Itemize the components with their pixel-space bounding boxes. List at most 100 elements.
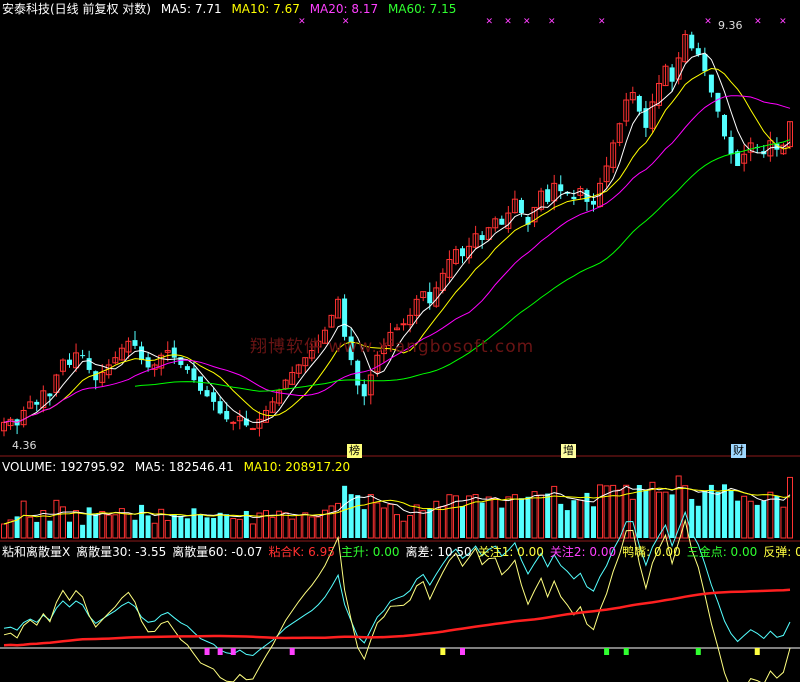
ma5-line (3, 52, 791, 423)
candle-body (198, 376, 203, 391)
volume-bar (702, 490, 708, 538)
volume-bar (754, 504, 760, 538)
candle-body (171, 347, 177, 358)
volume-bar (774, 495, 780, 538)
indicator-item: 离散量60: -0.07 (172, 545, 263, 559)
indicator-item: 关注1: 0.00 (477, 545, 544, 559)
volume-bar (485, 496, 492, 539)
volume-bar (184, 518, 190, 538)
volume-bar (73, 510, 80, 539)
signal-cross-icon: ✕ (779, 17, 787, 27)
candle-body (427, 291, 433, 304)
volume-bar (525, 496, 531, 538)
signal-bar (217, 648, 223, 655)
volume-bar (492, 498, 499, 539)
volume-bar (695, 505, 701, 538)
ma20-line (3, 95, 791, 423)
signal-bar (604, 648, 610, 655)
indicator-name: 粘和离散量X (2, 545, 71, 559)
volume-bar (433, 500, 440, 539)
signal-cross-icon: ✕ (504, 17, 512, 27)
volume-bar (328, 505, 335, 539)
volume-bar (610, 484, 617, 539)
price-header: 安泰科技(日线 前复权 对数) MA5: 7.71 MA10: 7.67 MA2… (2, 2, 462, 16)
volume-bar (112, 514, 119, 539)
stock-title: 安泰科技(日线 前复权 对数) (2, 2, 151, 16)
volume-bar (558, 503, 564, 538)
volume-bar (151, 522, 158, 539)
volume-bar (728, 490, 734, 538)
indicator-item: 主升: 0.00 (340, 545, 400, 559)
volume-bar (499, 507, 505, 538)
volume-bar (479, 502, 485, 538)
volume-bar (132, 519, 138, 538)
candle-body (34, 401, 40, 405)
volume-bar (380, 507, 387, 539)
indicator-item: 反弹: 0.00 (763, 545, 800, 559)
candle-body (211, 392, 217, 402)
candle-body (230, 421, 237, 424)
candle-body (80, 355, 86, 357)
volume-bar (282, 512, 289, 539)
candle-body (545, 189, 551, 202)
volume-bar (145, 515, 151, 538)
volume-bar (741, 495, 748, 539)
candle-body (689, 34, 695, 49)
candle-body (571, 196, 577, 200)
volume-ma5-label: MA5: 182546.41 (134, 460, 234, 474)
volume-bar (178, 515, 184, 538)
volume-bar (27, 516, 34, 539)
volume-bar (40, 510, 47, 539)
volume-bar (511, 494, 518, 539)
volume-bar (53, 499, 60, 539)
signal-cross-icon: ✕ (598, 17, 606, 27)
volume-bar (460, 506, 465, 538)
volume-bar (505, 496, 512, 539)
candle-body (67, 359, 72, 365)
volume-bar (34, 521, 40, 538)
volume-bar (531, 491, 538, 539)
candle-body (722, 114, 727, 137)
indicator-header: 粘和离散量X 离散量30: -3.55 离散量60: -0.07 粘合K: 6.95… (2, 545, 800, 559)
candle-body (86, 358, 92, 370)
indicator-item: 关注2: 0.00 (549, 545, 617, 559)
candle-body (695, 48, 701, 55)
volume-bar (308, 516, 315, 539)
candle-body (636, 95, 642, 112)
volume-bar (577, 499, 584, 539)
candle-body (558, 184, 564, 192)
marker-bang: 榜 (347, 444, 362, 458)
ma10-line (3, 67, 791, 423)
volume-bar (171, 514, 177, 538)
volume-bar (315, 516, 322, 539)
volume-bar (59, 506, 66, 539)
candle-body (249, 428, 256, 431)
volume-bar (249, 523, 256, 539)
volume-bar (538, 494, 545, 539)
volume-bar (518, 498, 524, 538)
candle-body (591, 200, 596, 205)
volume-bar (67, 521, 72, 538)
candle-body (93, 371, 99, 381)
volume-bar (715, 491, 721, 538)
signal-bar (695, 648, 701, 655)
ma5-label: MA5: 7.71 (160, 2, 222, 16)
volume-label: VOLUME: 192795.92 (2, 460, 125, 474)
low-price-label: 4.36 (12, 439, 37, 452)
candle-body (47, 393, 53, 397)
signal-bar (440, 648, 446, 655)
volume-bar (787, 476, 793, 539)
volume-bar (761, 500, 767, 538)
signal-cross-icon: ✕ (548, 17, 556, 27)
candle-body (400, 323, 407, 326)
signal-bar (623, 648, 629, 655)
signal-cross-icon: ✕ (298, 17, 306, 27)
volume-bar (367, 494, 374, 539)
volume-bar (394, 514, 400, 539)
volume-bar (571, 500, 577, 538)
volume-bar (47, 520, 53, 538)
volume-bar (466, 495, 473, 539)
signal-bar (460, 648, 465, 655)
signal-cross-icon: ✕ (342, 17, 350, 27)
volume-bar (99, 510, 106, 539)
